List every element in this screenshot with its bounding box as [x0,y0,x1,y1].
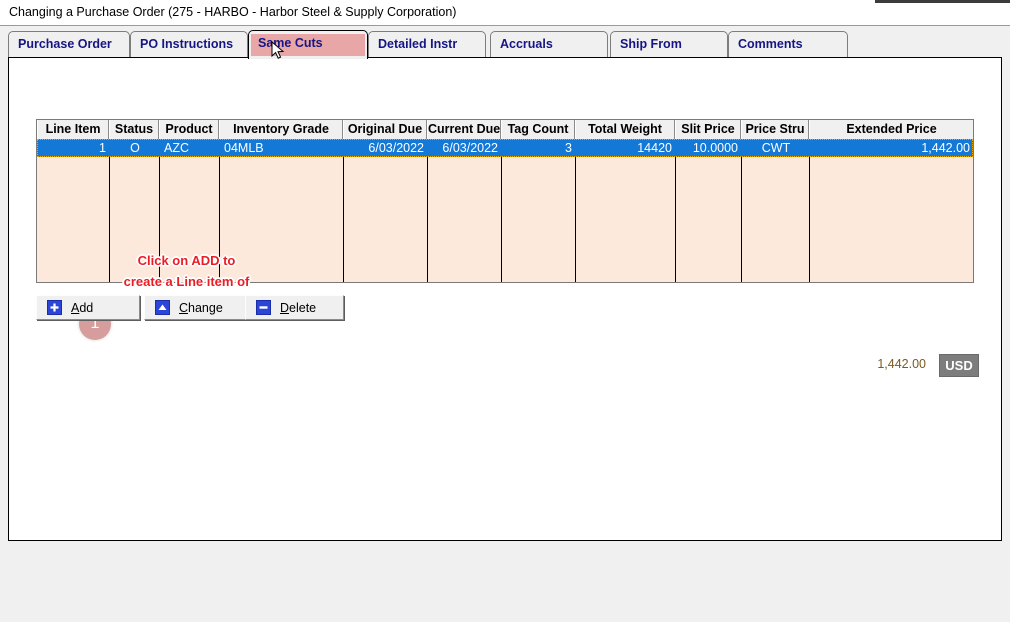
column-divider [159,157,160,282]
column-divider [675,157,676,282]
add-button-label: Add [71,300,94,315]
tab-label: Purchase Order [18,37,112,51]
tab-strip: Purchase Order PO Instructions Same Cuts… [0,26,1010,81]
column-header-status[interactable]: Status [109,120,159,139]
cell-total-weight: 14420 [637,141,672,155]
minus-icon [256,300,271,315]
tab-accruals[interactable]: Accruals [490,31,608,58]
column-divider [427,157,428,282]
column-divider [809,157,810,282]
cell-inventory-grade: 04MLB [224,141,264,155]
column-header-tag-count[interactable]: Tag Count [501,120,575,139]
column-header-original-due[interactable]: Original Due [343,120,427,139]
cell-status: O [130,141,140,155]
window-title: Changing a Purchase Order (275 - HARBO -… [9,5,457,19]
change-button[interactable]: Change [144,295,248,320]
cell-tag-count: 3 [565,141,572,155]
tab-label: Accruals [500,37,553,51]
cell-original-due: 6/03/2022 [368,141,424,155]
column-header-slit-price[interactable]: Slit Price [675,120,741,139]
column-header-total-weight[interactable]: Total Weight [575,120,675,139]
cell-price-stru: CWT [761,141,791,155]
column-divider [343,157,344,282]
column-header-product[interactable]: Product [159,120,219,139]
tab-comments[interactable]: Comments [728,31,848,58]
column-divider [501,157,502,282]
column-header-current-due[interactable]: Current Due [427,120,501,139]
footer-toolbar: ✔ Default Report Show Chemistries Memos [0,541,1010,622]
delete-button-label: Delete [280,300,317,315]
column-divider [109,157,110,282]
plus-icon [47,300,62,315]
column-divider [741,157,742,282]
column-divider [219,157,220,282]
cell-slit-price: 10.0000 [692,141,738,155]
delete-button[interactable]: Delete [245,295,344,320]
tab-label: Ship From [620,37,682,51]
column-divider [575,157,576,282]
line-items-grid[interactable]: Line Item Status Product Inventory Grade… [36,119,974,283]
title-bar-dark-strip [875,0,1010,3]
tab-label: Comments [738,37,803,51]
purchase-order-window: Changing a Purchase Order (275 - HARBO -… [0,0,1010,622]
tab-purchase-order[interactable]: Purchase Order [8,31,130,58]
table-row[interactable]: 1 O AZC 04MLB 6/03/2022 6/03/2022 3 1442… [37,139,973,157]
column-header-inventory-grade[interactable]: Inventory Grade [219,120,343,139]
total-amount: 1,442.00 [877,357,926,371]
tab-label: Detailed Instr [378,37,458,51]
column-header-extended-price[interactable]: Extended Price [809,120,973,139]
tab-detailed-instr[interactable]: Detailed Instr [368,31,486,58]
same-cuts-panel: Line Item Status Product Inventory Grade… [8,57,1002,541]
change-button-label: Change [179,300,223,315]
tab-label: PO Instructions [140,37,234,51]
cell-current-due: 6/03/2022 [442,141,498,155]
tab-same-cuts[interactable]: Same Cuts [248,30,368,59]
column-header-price-stru[interactable]: Price Stru [741,120,809,139]
title-bar: Changing a Purchase Order (275 - HARBO -… [0,0,1010,26]
title-bar-white-strip [582,0,875,2]
add-button[interactable]: Add [36,295,140,320]
tab-po-instructions[interactable]: PO Instructions [130,31,248,58]
cell-product: AZC [164,141,189,155]
mouse-cursor-icon [271,41,285,59]
tab-label: Same Cuts [258,36,323,50]
currency-badge: USD [939,354,979,377]
triangle-up-icon [155,300,170,315]
cell-extended-price: 1,442.00 [921,141,970,155]
cell-line-item: 1 [99,141,106,155]
column-header-line-item[interactable]: Line Item [37,120,109,139]
grid-body: 1 O AZC 04MLB 6/03/2022 6/03/2022 3 1442… [37,139,973,282]
tab-ship-from[interactable]: Ship From [610,31,728,58]
grid-header-row: Line Item Status Product Inventory Grade… [37,120,973,139]
